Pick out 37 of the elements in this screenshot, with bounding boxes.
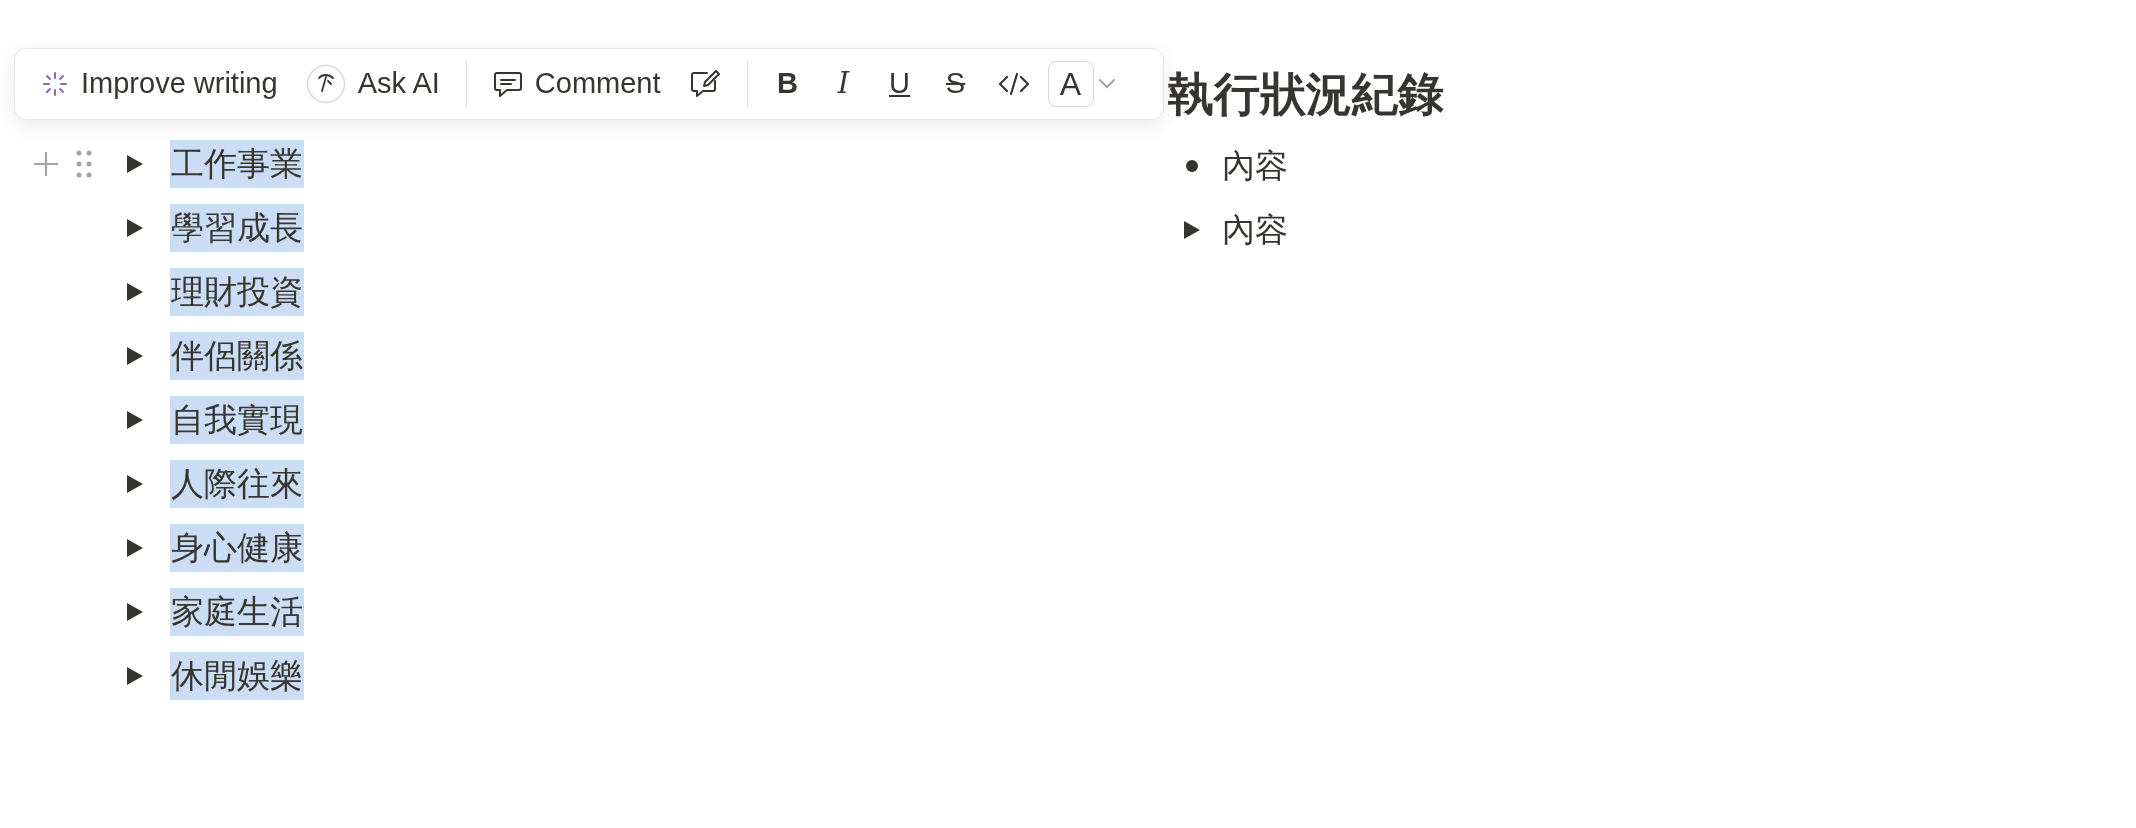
bold-button[interactable]: B: [759, 60, 816, 108]
toggle-text: 工作事業: [170, 140, 304, 188]
toggle-text: 家庭生活: [170, 588, 304, 636]
comment-button[interactable]: Comment: [478, 60, 675, 108]
code-icon: [997, 72, 1030, 96]
italic-button[interactable]: I: [815, 60, 872, 108]
bullet-icon: [1186, 160, 1198, 172]
toggle-triangle-icon[interactable]: [126, 666, 144, 686]
toggle-text: 自我實現: [170, 396, 304, 444]
toggle-triangle-icon[interactable]: [126, 602, 144, 622]
toggle-triangle-icon[interactable]: [1183, 220, 1201, 240]
toggle-text: 人際往來: [170, 460, 304, 508]
toggle-triangle-icon[interactable]: [126, 474, 144, 494]
toggle-triangle-icon[interactable]: [126, 410, 144, 430]
toggle-text: 理財投資: [170, 268, 304, 316]
speech-bubble-icon: [492, 70, 523, 98]
section-heading: 執行狀況紀錄: [1168, 67, 1444, 122]
text-color-button[interactable]: A: [1047, 61, 1094, 107]
pencil-bubble-icon: [688, 69, 721, 99]
strikethrough-button[interactable]: S: [927, 60, 984, 108]
ask-ai-button[interactable]: Ask AI: [291, 60, 454, 108]
toggle-triangle-icon[interactable]: [126, 154, 144, 174]
toggle-text: 伴侶關係: [170, 332, 304, 380]
toggle-triangle-icon[interactable]: [126, 282, 144, 302]
drag-handle-icon[interactable]: [76, 150, 92, 178]
toggle-text: 身心健康: [170, 524, 304, 572]
toggle-text: 休閒娛樂: [170, 652, 304, 700]
sparkle-icon: [41, 70, 69, 98]
toggle-triangle-icon[interactable]: [126, 346, 144, 366]
ai-face-icon: [305, 64, 346, 104]
underline-button[interactable]: U: [871, 60, 928, 108]
improve-writing-button[interactable]: Improve writing: [27, 60, 292, 108]
toggle-triangle-icon[interactable]: [126, 538, 144, 558]
list-item-text: 內容: [1222, 146, 1288, 187]
toggle-triangle-icon[interactable]: [126, 218, 144, 238]
list-item-text: 內容: [1222, 210, 1288, 251]
toggle-text: 學習成長: [170, 204, 304, 252]
